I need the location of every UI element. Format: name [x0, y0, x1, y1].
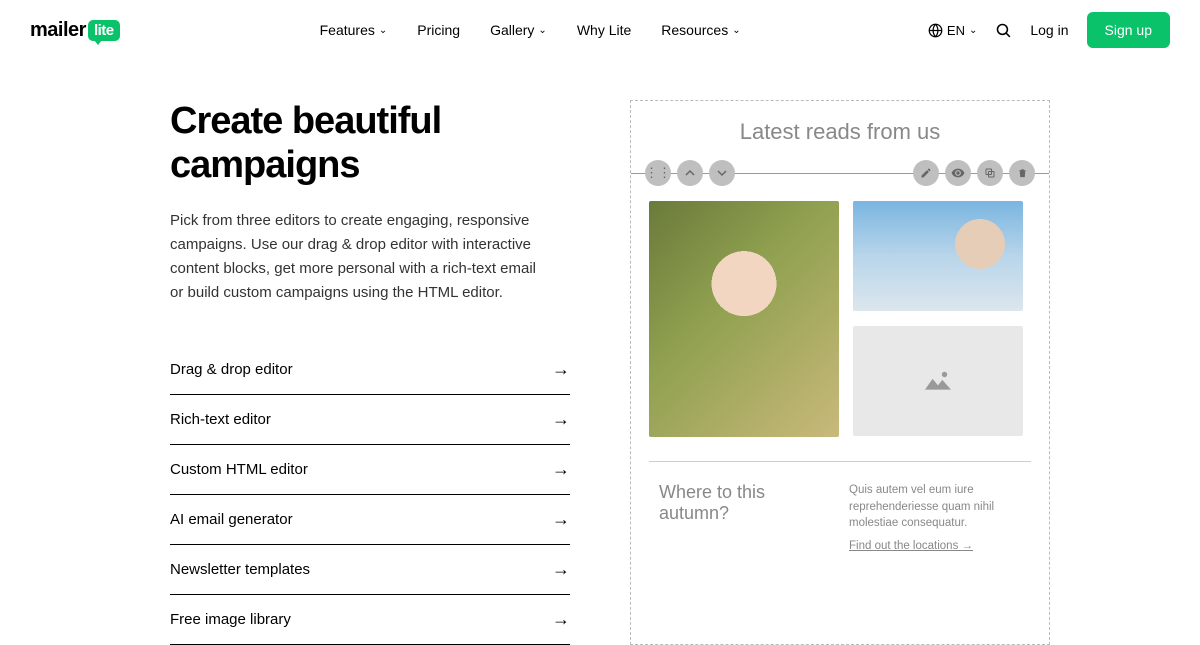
image-icon: [925, 370, 951, 392]
drag-handle-icon[interactable]: ⋮⋮: [645, 160, 671, 186]
chevron-down-icon: ⌄: [969, 25, 977, 36]
feature-label: Rich-text editor: [170, 411, 271, 428]
feature-drag-drop[interactable]: Drag & drop editor →: [170, 345, 570, 395]
site-header: mailer lite Features ⌄ Pricing Gallery ⌄ W…: [0, 0, 1200, 60]
main-content: Create beautiful campaigns Pick from thr…: [0, 60, 1200, 645]
email-preview: Latest reads from us ⋮⋮ Where to this: [630, 100, 1050, 645]
image-placeholder[interactable]: [853, 326, 1023, 436]
nav-resources[interactable]: Resources ⌄: [661, 22, 740, 38]
arrow-right-icon: →: [552, 559, 570, 580]
nav-pricing[interactable]: Pricing: [417, 22, 460, 38]
nav-label: Pricing: [417, 22, 460, 38]
feature-rich-text[interactable]: Rich-text editor →: [170, 395, 570, 445]
logo[interactable]: mailer lite: [30, 19, 120, 42]
main-nav: Features ⌄ Pricing Gallery ⌄ Why Lite Reso…: [320, 22, 741, 38]
arrow-right-icon: →: [552, 609, 570, 630]
feature-label: Custom HTML editor: [170, 461, 308, 478]
nav-label: Gallery: [490, 22, 534, 38]
preview-heading: Latest reads from us: [631, 119, 1049, 145]
move-down-icon[interactable]: [709, 160, 735, 186]
chevron-down-icon: ⌄: [379, 25, 387, 36]
move-up-icon[interactable]: [677, 160, 703, 186]
page-description: Pick from three editors to create engagi…: [170, 209, 550, 305]
feature-templates[interactable]: Newsletter templates →: [170, 545, 570, 595]
search-icon[interactable]: [995, 22, 1012, 39]
feature-html[interactable]: Custom HTML editor →: [170, 445, 570, 495]
preview-footer-link[interactable]: Find out the locations →: [849, 540, 1021, 552]
arrow-right-icon: →: [552, 459, 570, 480]
preview-footer-title: Where to this autumn?: [659, 482, 829, 552]
feature-images[interactable]: Free image library →: [170, 595, 570, 645]
feature-label: Drag & drop editor: [170, 361, 293, 378]
hero-text-column: Create beautiful campaigns Pick from thr…: [170, 100, 570, 645]
chevron-down-icon: ⌄: [538, 25, 546, 36]
delete-icon[interactable]: [1009, 160, 1035, 186]
divider: [649, 461, 1031, 462]
edit-icon[interactable]: [913, 160, 939, 186]
preview-image-1: [649, 201, 839, 437]
feature-list: Drag & drop editor → Rich-text editor → Cu…: [170, 345, 570, 645]
arrow-right-icon: →: [552, 409, 570, 430]
preview-image-2: [853, 201, 1023, 311]
editor-toolbar: ⋮⋮: [631, 159, 1049, 187]
nav-label: Why Lite: [577, 22, 631, 38]
nav-label: Resources: [661, 22, 728, 38]
login-link[interactable]: Log in: [1030, 22, 1068, 38]
language-selector[interactable]: EN ⌄: [928, 23, 977, 38]
feature-label: Newsletter templates: [170, 561, 310, 578]
feature-ai[interactable]: AI email generator →: [170, 495, 570, 545]
signup-button[interactable]: Sign up: [1087, 12, 1170, 48]
preview-image-grid: [631, 201, 1049, 437]
page-title: Create beautiful campaigns: [170, 100, 570, 187]
nav-why-lite[interactable]: Why Lite: [577, 22, 631, 38]
feature-label: AI email generator: [170, 511, 293, 528]
arrow-right-icon: →: [552, 359, 570, 380]
preview-footer-text: Quis autem vel eum iure reprehenderiesse…: [849, 482, 1021, 532]
header-actions: EN ⌄ Log in Sign up: [928, 12, 1170, 48]
chevron-down-icon: ⌄: [732, 25, 740, 36]
logo-text: mailer: [30, 19, 86, 42]
lang-label: EN: [947, 23, 965, 38]
feature-label: Free image library: [170, 611, 291, 628]
visibility-icon[interactable]: [945, 160, 971, 186]
globe-icon: [928, 23, 943, 38]
preview-footer: Where to this autumn? Quis autem vel eum…: [631, 482, 1049, 552]
nav-label: Features: [320, 22, 375, 38]
copy-icon[interactable]: [977, 160, 1003, 186]
arrow-right-icon: →: [552, 509, 570, 530]
nav-features[interactable]: Features ⌄: [320, 22, 388, 38]
nav-gallery[interactable]: Gallery ⌄: [490, 22, 547, 38]
logo-badge: lite: [88, 20, 120, 41]
